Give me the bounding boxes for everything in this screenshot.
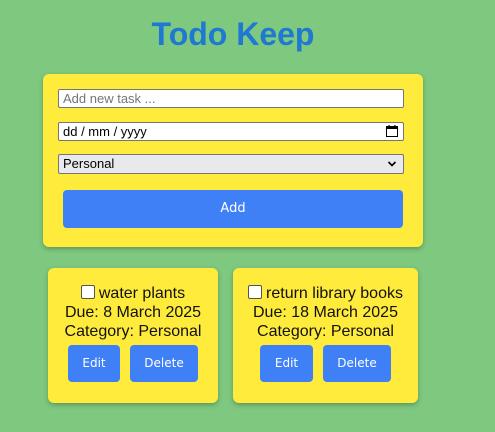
task-card: return library books Due: 18 March 2025 …: [233, 268, 418, 403]
task-due-date: Due: 8 March 2025: [64, 304, 202, 321]
task-category: Category: Personal: [64, 323, 202, 340]
task-complete-checkbox[interactable]: [248, 285, 263, 299]
task-card: water plants Due: 8 March 2025 Category:…: [48, 268, 218, 403]
category-select[interactable]: Personal: [58, 154, 404, 174]
delete-button[interactable]: Delete: [130, 345, 198, 382]
task-name: water plants: [98, 285, 186, 302]
calendar-icon[interactable]: [386, 125, 398, 137]
delete-button[interactable]: Delete: [323, 345, 391, 382]
task-input[interactable]: Add new task ...: [58, 89, 404, 108]
chevron-down-icon: [387, 161, 397, 167]
category-selected: Personal: [63, 156, 115, 171]
due-date-input[interactable]: dd / mm / yyyy: [58, 122, 404, 141]
app-title: Todo Keep: [151, 16, 315, 52]
edit-button[interactable]: Edit: [68, 345, 120, 382]
task-category: Category: Personal: [257, 323, 394, 340]
task-complete-checkbox[interactable]: [80, 285, 95, 299]
task-name: return library books: [266, 285, 403, 302]
add-task-form: Add new task ... dd / mm / yyyy Personal…: [43, 74, 423, 247]
add-button[interactable]: Add: [63, 190, 403, 228]
edit-button[interactable]: Edit: [260, 345, 313, 382]
date-placeholder: dd / mm / yyyy: [63, 124, 147, 139]
task-due-date: Due: 18 March 2025: [253, 304, 398, 321]
